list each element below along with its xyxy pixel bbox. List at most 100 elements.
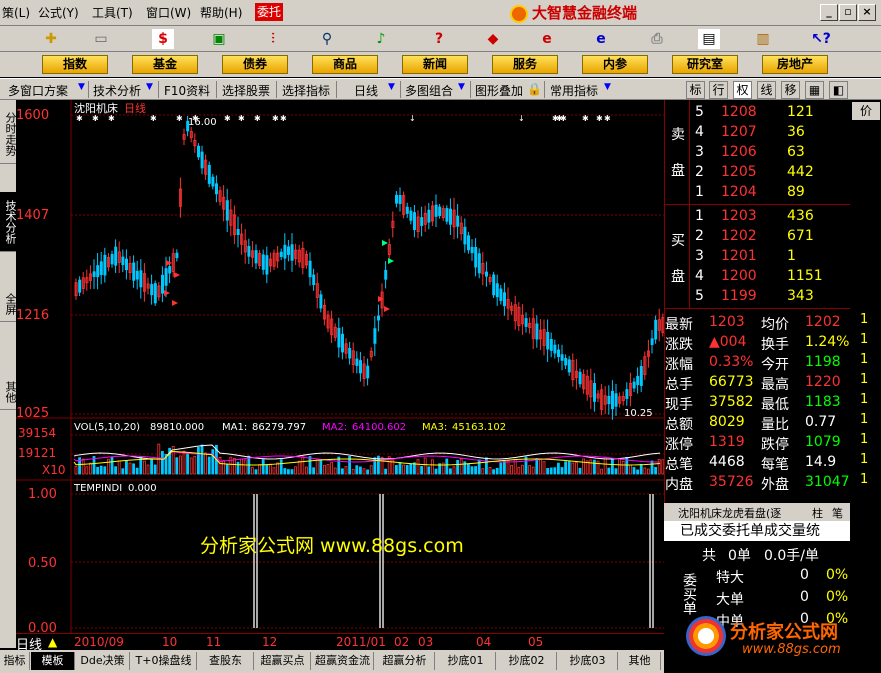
lhk-title[interactable]: 沈阳机床龙虎看盘(逐 — [678, 505, 781, 521]
browser-icon[interactable]: e — [536, 29, 558, 49]
tb-window-scheme[interactable]: 多窗口方案 — [8, 82, 68, 99]
cat-insider[interactable]: 内参 — [582, 55, 648, 74]
lhk-tab-bar[interactable]: 柱 — [812, 505, 823, 521]
dollar-icon[interactable]: $ — [152, 29, 174, 49]
menu-help[interactable]: 帮助(H) — [200, 4, 242, 21]
lock-icon[interactable]: 🔒 — [527, 82, 542, 96]
bars-icon[interactable]: ⫶ — [262, 29, 284, 49]
btab-bottom01[interactable]: 抄底01 — [436, 652, 496, 670]
cat-commodity[interactable]: 商品 — [312, 55, 378, 74]
cat-research[interactable]: 研究室 — [672, 55, 738, 74]
tb-multi-arrow-icon[interactable]: ▼ — [458, 82, 465, 92]
tab-rights[interactable]: 权 — [733, 81, 752, 99]
diamond-icon[interactable]: ◆ — [482, 29, 504, 49]
books-icon[interactable]: ▥ — [752, 29, 774, 49]
bid-price: 1199 — [721, 288, 757, 304]
close-button[interactable]: × — [858, 4, 876, 21]
volume-bar — [369, 465, 373, 475]
volume-bar — [618, 458, 621, 475]
collapse-panel-icon[interactable]: ◧ — [829, 81, 848, 99]
query-icon[interactable]: ? — [428, 29, 450, 49]
tb-select-indicator[interactable]: 选择指标 — [282, 82, 330, 99]
vtab-other[interactable]: 其他 — [0, 374, 17, 410]
candle-body — [153, 283, 157, 304]
signal-star-icon: ✱ — [150, 114, 157, 123]
quote-stat-label: 均价 — [761, 317, 789, 333]
tb-f10[interactable]: F10资料 — [164, 82, 210, 99]
vol-tick-unit: X10 — [42, 463, 66, 477]
alarm-icon[interactable]: ♪ — [370, 29, 392, 49]
btab-moneyflow[interactable]: 超赢资金流 — [312, 652, 374, 670]
btab-bottom02[interactable]: 抄底02 — [497, 652, 557, 670]
volume-bar — [384, 468, 388, 475]
minimize-button[interactable]: _ — [820, 4, 838, 21]
tb-daily-arrow-icon[interactable]: ▼ — [388, 82, 395, 92]
crosshair-icon[interactable]: ✚ — [40, 29, 62, 49]
cat-bond[interactable]: 债券 — [222, 55, 288, 74]
tab-line[interactable]: 线 — [757, 81, 776, 99]
high-label: 16.00 — [188, 117, 217, 128]
tab-move[interactable]: 移 — [781, 81, 800, 99]
tab-level2[interactable]: 标 — [686, 81, 705, 99]
btab-indicator[interactable]: 指标 — [0, 652, 30, 670]
buy-sell-arrow-icon — [166, 260, 172, 266]
trade-icon[interactable]: ▣ — [208, 29, 230, 49]
candle-body — [477, 253, 481, 274]
candle-body — [636, 375, 640, 386]
period-toggle-icon[interactable]: ▲ — [48, 635, 57, 649]
binoculars-icon[interactable]: ⚲ — [316, 29, 338, 49]
cat-fund[interactable]: 基金 — [132, 55, 198, 74]
restore-button[interactable]: ▫ — [839, 4, 857, 21]
vtab-fullscreen[interactable]: 全屏 — [0, 286, 17, 322]
candle-body — [114, 246, 118, 266]
volume-bar — [121, 468, 125, 475]
tb-daily[interactable]: 日线 — [354, 82, 378, 99]
btab-template[interactable]: 模板 — [31, 652, 75, 670]
btab-t0[interactable]: T+0操盘线 — [131, 652, 197, 670]
tb-select-stock[interactable]: 选择股票 — [222, 82, 270, 99]
printer-icon[interactable]: ⎙ — [646, 29, 668, 49]
volume-bar — [420, 466, 424, 475]
tb-common-arrow-icon[interactable]: ▼ — [604, 82, 611, 92]
window-icon[interactable]: ▤ — [698, 29, 720, 49]
cat-realestate[interactable]: 房地产 — [762, 55, 828, 74]
lhk-tab-trade[interactable]: 笔 — [832, 505, 843, 521]
btab-buypoint[interactable]: 超赢买点 — [255, 652, 311, 670]
btab-dde[interactable]: Dde决策 — [76, 652, 130, 670]
volume-bar — [186, 453, 190, 475]
volume-bar — [322, 464, 326, 475]
chart-area[interactable]: ✱ ✱ ✱ ✱ ✱ ✱ ✱ ✱ ✱ ✱ ✱ ↓ ↓ ✱ ✱ ✱ ✱ ✱ ✱ 沈阳机床 日线 16.00 10.25 … — [16, 100, 665, 636]
btab-shareholder[interactable]: 查股东 — [198, 652, 254, 670]
vtab-intraday[interactable]: 分时走势 — [0, 104, 17, 164]
menu-strategy[interactable]: 策(L) — [2, 4, 30, 21]
kline-chart-svg[interactable]: ✱ ✱ ✱ ✱ ✱ ✱ ✱ ✱ ✱ ✱ ✱ ↓ ↓ ✱✱✱ ✱ ✱ ✱ 沈阳机床 日线 16.00 10.25 … — [16, 100, 665, 636]
tb-multi-chart[interactable]: 多图组合 — [405, 82, 453, 99]
cat-index[interactable]: 指数 — [42, 55, 108, 74]
btab-bottom03[interactable]: 抄底03 — [558, 652, 618, 670]
menu-formula[interactable]: 公式(Y) — [38, 4, 79, 21]
volume-bar — [567, 461, 571, 475]
help-cursor-icon[interactable]: ↖? — [810, 29, 832, 49]
stats-row-count: 0 — [800, 567, 809, 583]
ie-icon[interactable]: e — [590, 29, 612, 49]
candle-body — [308, 260, 312, 278]
btab-other[interactable]: 其他 — [619, 652, 661, 670]
cat-news[interactable]: 新闻 — [402, 55, 468, 74]
tb-window-scheme-arrow-icon[interactable]: ▼ — [78, 82, 85, 92]
btab-analysis[interactable]: 超赢分析 — [375, 652, 435, 670]
tb-tech-arrow-icon[interactable]: ▼ — [146, 82, 153, 92]
candle-body — [632, 381, 636, 389]
volume-bar — [301, 456, 305, 475]
vtab-technical[interactable]: 技术分析 — [0, 192, 17, 252]
ask-level: 3 — [695, 144, 704, 160]
tb-tech-analysis[interactable]: 技术分析 — [93, 82, 141, 99]
menu-tools[interactable]: 工具(T) — [92, 4, 133, 21]
ruler-icon[interactable]: ▭ — [90, 29, 112, 49]
menu-trade[interactable]: 委托 — [255, 3, 284, 21]
grid-view-icon[interactable]: ▦ — [805, 81, 824, 99]
tb-common-indicator[interactable]: 常用指标 — [550, 82, 598, 99]
tb-overlay[interactable]: 图形叠加 — [475, 82, 523, 99]
tab-quote[interactable]: 行 — [709, 81, 728, 99]
cat-service[interactable]: 服务 — [492, 55, 558, 74]
menu-window[interactable]: 窗口(W) — [146, 4, 191, 21]
